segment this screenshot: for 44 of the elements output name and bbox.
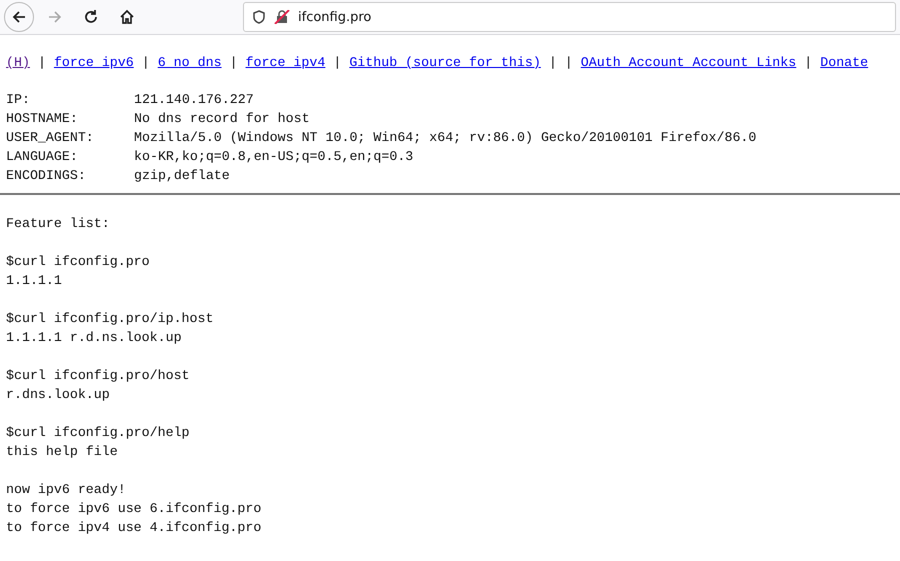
feature-text: $curl ifconfig.pro/ip.host bbox=[6, 310, 214, 328]
info-label: USER_AGENT: bbox=[6, 129, 95, 147]
forward-arrow-icon bbox=[47, 9, 63, 25]
info-value: gzip,deflate bbox=[134, 167, 231, 185]
info-value: 121.140.176.227 bbox=[134, 91, 255, 109]
feature-text: to force ipv4 use 4.ifconfig.pro bbox=[6, 519, 262, 537]
info-label: LANGUAGE: bbox=[6, 148, 79, 166]
separator-text: | | bbox=[548, 54, 573, 72]
info-label: HOSTNAME: bbox=[6, 110, 79, 128]
separator-text: | bbox=[38, 54, 46, 72]
url-text: ifconfig.pro bbox=[298, 10, 372, 24]
feature-text: r.dns.look.up bbox=[6, 386, 111, 404]
separator-text: | bbox=[230, 54, 238, 72]
nav-link[interactable]: Github (source for this) bbox=[349, 53, 541, 72]
info-value: ko-KR,ko;q=0.8,en-US;q=0.5,en;q=0.3 bbox=[134, 148, 414, 166]
nav-link[interactable]: 6 no dns bbox=[158, 53, 222, 72]
home-icon bbox=[119, 9, 135, 25]
feature-text: $curl ifconfig.pro/host bbox=[6, 367, 191, 385]
nav-link[interactable]: force ipv6 bbox=[54, 53, 134, 72]
nav-link[interactable]: (H) bbox=[6, 53, 30, 72]
feature-text: 1.1.1.1 r.d.ns.look.up bbox=[6, 329, 183, 347]
separator-text: | bbox=[333, 54, 342, 72]
back-button[interactable] bbox=[4, 2, 34, 32]
feature-text: now ipv6 ready! bbox=[6, 481, 127, 499]
insecure-lock-icon bbox=[274, 10, 290, 24]
info-label: ENCODINGS: bbox=[6, 167, 87, 185]
feature-text: Feature list: bbox=[6, 215, 111, 233]
nav-link[interactable]: force ipv4 bbox=[246, 53, 326, 72]
info-label: IP: bbox=[6, 91, 31, 109]
nav-link[interactable]: OAuth Account Account Links bbox=[580, 53, 796, 72]
feature-text: $curl ifconfig.pro/help bbox=[6, 424, 191, 442]
nav-link[interactable]: Donate bbox=[820, 53, 868, 72]
feature-text: 1.1.1.1 bbox=[6, 272, 63, 290]
reload-icon bbox=[83, 9, 99, 25]
feature-text: this help file bbox=[6, 443, 119, 461]
separator-text: | bbox=[804, 54, 812, 72]
feature-text: $curl ifconfig.pro bbox=[6, 253, 151, 271]
separator-text: | bbox=[142, 54, 150, 72]
info-value: No dns record for host bbox=[134, 110, 311, 128]
shield-icon bbox=[252, 10, 266, 24]
info-value: Mozilla/5.0 (Windows NT 10.0; Win64; x64; rv:86.0) Gecko/20100101 Firefox/86.0 bbox=[134, 129, 756, 147]
back-arrow-icon bbox=[11, 9, 27, 25]
address-bar[interactable]: ifconfig.pro bbox=[243, 2, 896, 32]
feature-text: to force ipv6 use 6.ifconfig.pro bbox=[6, 500, 262, 518]
